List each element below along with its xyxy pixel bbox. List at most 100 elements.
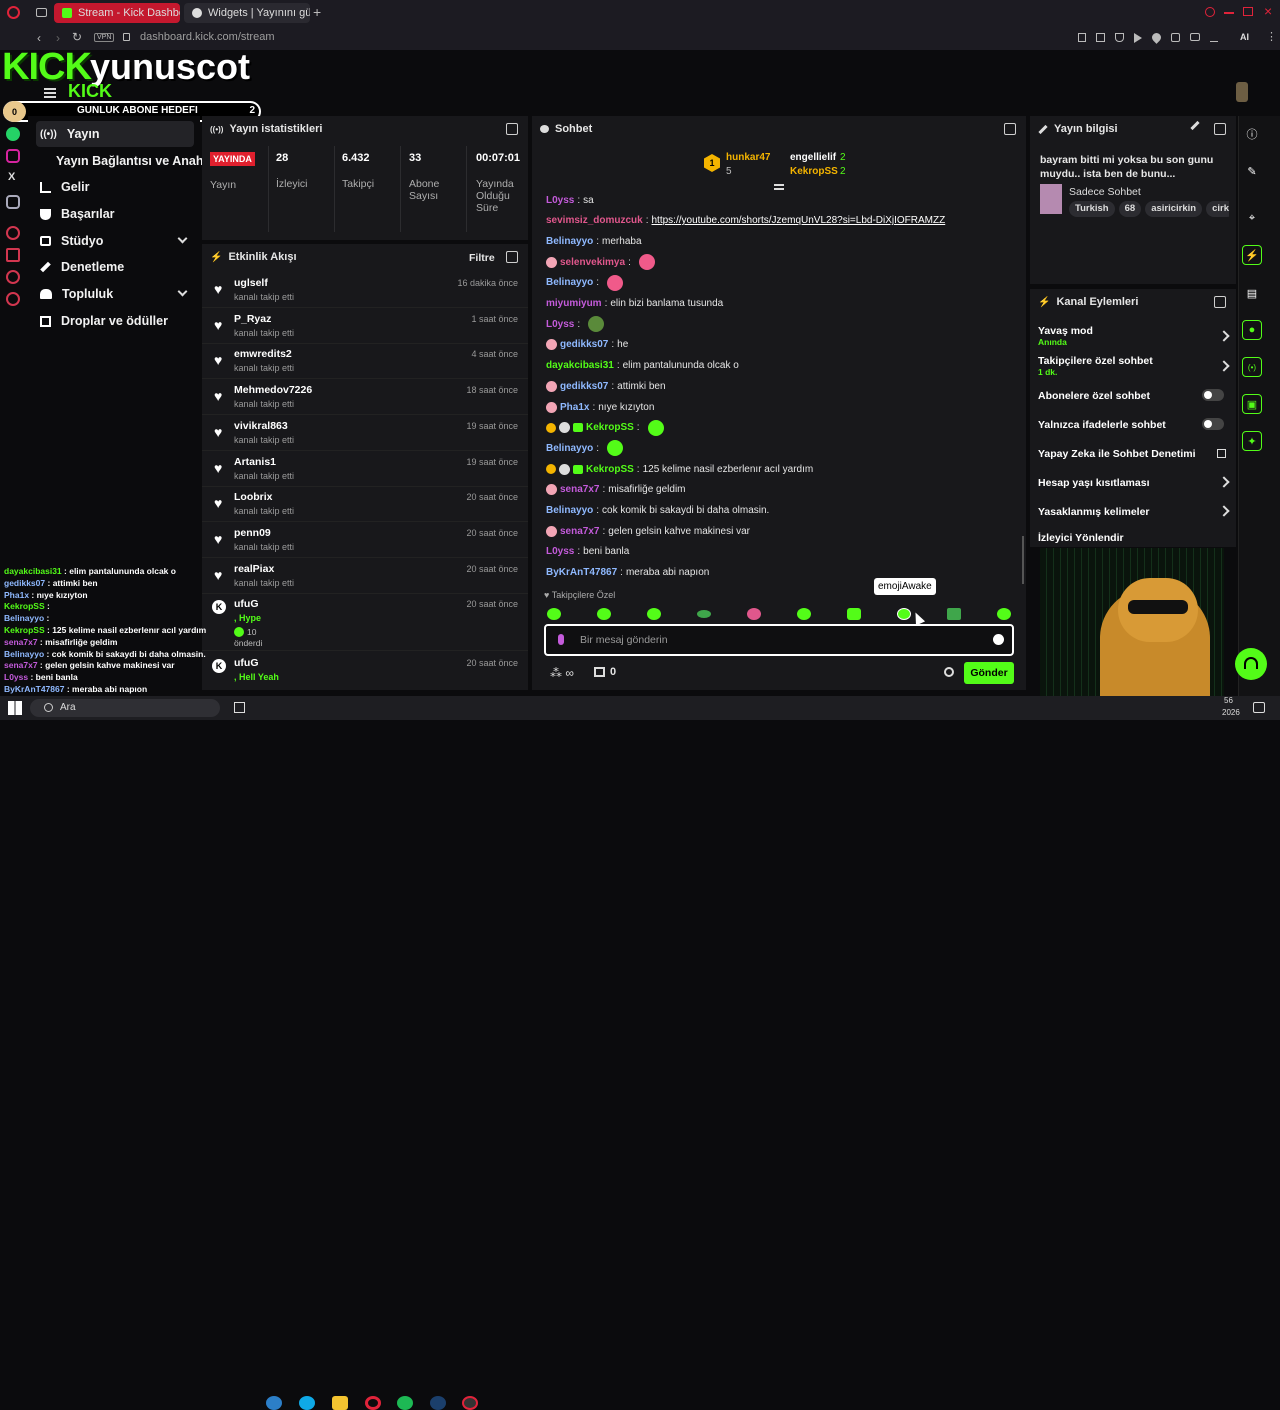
chat-message[interactable]: sevimsiz_domuzcuk: https://youtube.com/sh… <box>546 211 1006 231</box>
event-username[interactable]: uglself <box>234 277 268 289</box>
chat-username[interactable]: ByKrAnT47867 <box>546 567 617 578</box>
event-username[interactable]: Loobrix <box>234 491 273 503</box>
chat-message[interactable]: miyumiyum: elin bizi banlama tusunda <box>546 294 1006 314</box>
chat-bubble-icon[interactable]: ● <box>1242 320 1262 340</box>
file-explorer-icon[interactable] <box>332 1396 348 1410</box>
chat-bubble-icon[interactable] <box>6 270 20 284</box>
opera-icon[interactable] <box>365 1396 381 1410</box>
chat-message[interactable]: KekropSS: <box>546 418 1006 438</box>
chat-username[interactable]: Belinayyo <box>546 277 593 288</box>
clock-time[interactable]: 56 <box>1224 696 1233 705</box>
chat-username[interactable]: sena7x7 <box>560 484 599 495</box>
leader-2-name[interactable]: KekropSS <box>790 166 838 177</box>
snapshot-icon[interactable] <box>1096 33 1105 42</box>
chat-message[interactable]: sena7x7: misafirliğe geldim <box>546 480 1006 500</box>
event-username[interactable]: P_Ryaz <box>234 313 271 325</box>
event-username[interactable]: realPiax <box>234 563 274 575</box>
event-username[interactable]: emwredits2 <box>234 348 292 360</box>
chat-message[interactable]: Belinayyo: merhaba <box>546 231 1006 251</box>
event-username[interactable]: ufuG <box>234 598 259 610</box>
emote-only-toggle[interactable] <box>1202 418 1224 430</box>
emote-icon[interactable] <box>947 608 961 620</box>
event-username[interactable]: vivikral863 <box>234 420 288 432</box>
action-emote-only[interactable]: Yalnızca ifadelerle sohbet <box>1030 410 1236 439</box>
edge-alt-icon[interactable] <box>299 1396 315 1410</box>
task-view-icon[interactable] <box>234 702 245 713</box>
tag-chip[interactable]: asiricirkin <box>1145 201 1203 217</box>
sidebar-item-yayin[interactable]: ((•)) Yayın <box>36 121 194 147</box>
chat-username[interactable]: Belinayyo <box>546 443 593 454</box>
edge-icon[interactable] <box>266 1396 282 1410</box>
action-ai-moderation[interactable]: Yapay Zeka ile Sohbet Denetimi <box>1030 439 1236 468</box>
chat-input-box[interactable]: Bir mesaj gönderin <box>544 624 1014 656</box>
action-subscribers-only[interactable]: Abonelere özel sohbet <box>1030 381 1236 410</box>
settings-icon[interactable] <box>6 292 20 306</box>
steam-icon[interactable] <box>430 1396 446 1410</box>
sidebar-item-topluluk[interactable]: Topluluk <box>36 281 194 307</box>
maximize-button[interactable] <box>1243 7 1253 16</box>
event-row[interactable]: ♥ emwredits2 kanalı takip etti 4 saat önce <box>202 343 528 380</box>
search-icon[interactable] <box>1205 7 1215 17</box>
close-button[interactable]: × <box>1264 3 1272 19</box>
event-row[interactable]: ♥ Artanis1 kanalı takip etti 19 saat önce <box>202 451 528 487</box>
focus-icon[interactable]: ⌖ <box>1242 208 1262 228</box>
hamburger-icon[interactable] <box>44 88 56 98</box>
chat-message[interactable]: gedikks07: attimki ben <box>546 376 1006 396</box>
chat-message[interactable]: Belinayyo: <box>546 273 1006 293</box>
event-row[interactable]: ♥ Loobrix kanalı takip etti 20 saat önce <box>202 486 528 523</box>
emote-icon[interactable] <box>697 610 711 618</box>
new-tab-button[interactable]: + <box>313 4 321 20</box>
gifter-name[interactable]: hunkar47 <box>726 152 770 163</box>
ai-button[interactable]: AI <box>1240 32 1249 42</box>
action-banned-words[interactable]: Yasaklanmış kelimeler <box>1030 497 1236 526</box>
forward-icon[interactable]: › <box>56 31 60 45</box>
event-row[interactable]: ♥ uglself kanalı takip etti 16 dakika önce <box>202 272 528 308</box>
tag-chip[interactable]: 68 <box>1118 201 1142 217</box>
windows-start-icon[interactable] <box>8 701 22 715</box>
pencil-icon[interactable]: ✎ <box>1242 161 1262 181</box>
download-icon[interactable] <box>1210 33 1218 42</box>
extensions-icon[interactable] <box>1171 33 1180 42</box>
info-icon[interactable]: ⓘ <box>1242 124 1262 144</box>
event-row[interactable]: KufuG, Hype 10 önderdi 20 saat önce <box>202 593 528 652</box>
taskbar-search[interactable]: Ara <box>30 699 220 717</box>
event-row[interactable]: ♥ P_Ryaz kanalı takip etti 1 saat önce <box>202 308 528 344</box>
history-icon[interactable] <box>6 226 20 240</box>
wrench-icon[interactable]: ✦ <box>1242 431 1262 451</box>
minimize-button[interactable] <box>1224 12 1234 14</box>
action-account-age[interactable]: Hesap yaşı kısıtlaması <box>1030 468 1236 497</box>
chat-username[interactable]: selenvekimya <box>560 257 625 268</box>
event-row[interactable]: ♥ realPiax kanalı takip etti 20 saat önce <box>202 558 528 594</box>
chat-text[interactable]: https://youtube.com/shorts/JzemqUnVL28?s… <box>652 215 946 226</box>
chat-username[interactable]: Belinayyo <box>546 236 593 247</box>
app-icon[interactable] <box>462 1396 478 1410</box>
emote-icon[interactable] <box>547 608 561 620</box>
sidebar-item-droplar[interactable]: Droplar ve ödüller <box>36 308 194 334</box>
spotify-icon[interactable] <box>397 1396 413 1410</box>
camera-icon[interactable] <box>1190 33 1200 41</box>
event-username[interactable]: Artanis1 <box>234 456 276 468</box>
chat-message[interactable]: Pha1x: nıye kızıyton <box>546 397 1006 417</box>
play-icon[interactable] <box>1134 33 1142 43</box>
chat-message[interactable]: L0yss: <box>546 314 1006 334</box>
heart-icon[interactable] <box>1150 31 1163 44</box>
back-icon[interactable]: ‹ <box>37 31 41 45</box>
chat-scrollbar[interactable] <box>1022 536 1024 584</box>
tag-chip[interactable]: Turkish <box>1069 201 1115 217</box>
emote-icon[interactable] <box>747 608 761 620</box>
chat-message[interactable]: ByKrAnT47867: meraba abi napıon <box>546 563 1006 583</box>
shield-icon[interactable] <box>1115 33 1124 42</box>
pin-icon[interactable] <box>1078 33 1086 42</box>
sidebar-item-denetleme[interactable]: Denetleme <box>36 254 194 280</box>
chat-username[interactable]: L0yss <box>546 546 574 557</box>
popout-icon[interactable] <box>1004 123 1016 135</box>
chat-username[interactable]: Belinayyo <box>546 505 593 516</box>
stats-icon[interactable]: ▣ <box>1242 394 1262 414</box>
clock-year[interactable]: 2026 <box>1222 708 1240 717</box>
url-field[interactable]: dashboard.kick.com/stream <box>140 31 275 43</box>
chat-message[interactable]: dayakcibasi31: elim pantalunundа olcak o <box>546 356 1006 376</box>
chat-username[interactable]: KekropSS <box>586 464 634 475</box>
chat-message[interactable]: L0yss: beni banla <box>546 542 1006 562</box>
chat-message[interactable]: Belinayyo: <box>546 438 1006 458</box>
emote-icon[interactable] <box>997 608 1011 620</box>
